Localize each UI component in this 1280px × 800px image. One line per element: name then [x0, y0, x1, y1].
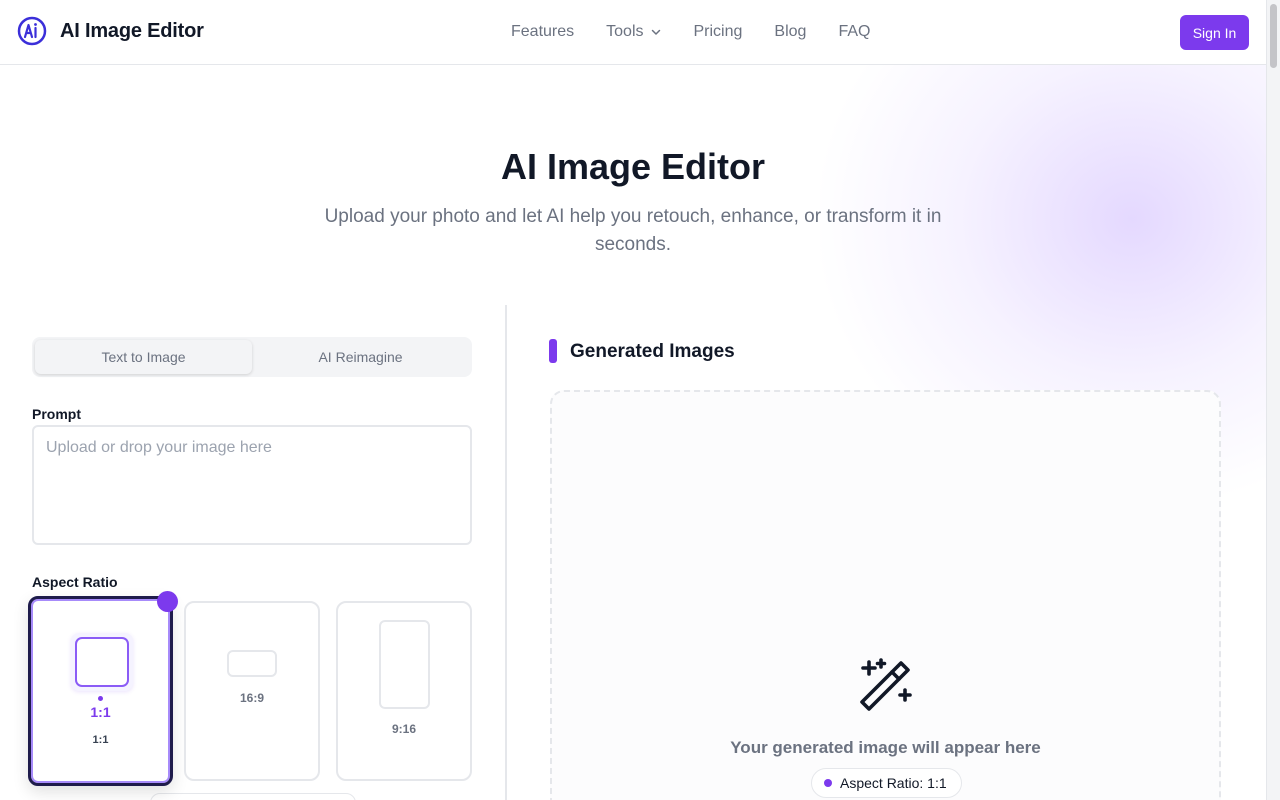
ratio-option-1-1[interactable]: 1:1 1:1 — [28, 596, 173, 786]
pill-dot — [824, 779, 832, 787]
aspect-ratio-label: Aspect Ratio — [32, 574, 118, 590]
nav-pricing-label: Pricing — [693, 23, 743, 40]
magic-wand-icon — [860, 658, 912, 711]
output-placeholder-text: Your generated image will appear here — [730, 738, 1041, 757]
nav-blog[interactable]: Blog — [774, 22, 806, 42]
nav-features-label: Features — [511, 23, 575, 40]
selected-badge — [157, 591, 178, 612]
aspect-ratio-pill: Aspect Ratio: 1:1 — [811, 768, 962, 798]
page-title: AI Image Editor — [500, 146, 766, 187]
top-header: AI Image Editor Features Tools Pricing B… — [0, 0, 1266, 65]
ratio-option-label: 9:16 — [391, 722, 417, 736]
ratio-option-9-16[interactable]: 9:16 — [336, 601, 472, 781]
panel-divider — [505, 305, 507, 800]
generated-images-title: Generated Images — [570, 341, 735, 362]
mode-tabs: Text to Image AI Reimagine — [32, 337, 472, 377]
ai-logo-icon — [17, 16, 47, 46]
ratio-option-16-9[interactable]: 16:9 — [184, 601, 320, 781]
sign-in-button[interactable]: Sign In — [1180, 15, 1249, 50]
main-nav: Features Tools Pricing Blog FAQ — [511, 22, 870, 42]
nav-tools-label: Tools — [606, 23, 644, 40]
page-scrollbar[interactable] — [1266, 0, 1280, 800]
nav-pricing[interactable]: Pricing — [694, 22, 743, 42]
ratio-option-label: 1:1 — [90, 704, 111, 720]
selected-dot — [98, 696, 103, 701]
logo[interactable]: AI Image Editor — [17, 16, 204, 46]
section-accent-bar — [549, 339, 557, 363]
nav-tools[interactable]: Tools — [606, 22, 661, 42]
aspect-ratio-pill-text: Aspect Ratio: 1:1 — [840, 775, 947, 791]
prompt-input[interactable] — [32, 425, 472, 545]
ratio-tall-shape — [379, 620, 430, 709]
tab-text-to-image[interactable]: Text to Image — [35, 340, 252, 374]
scrollbar-thumb[interactable] — [1270, 4, 1277, 68]
brand-name: AI Image Editor — [60, 19, 204, 42]
ratio-option-sublabel: 1:1 — [92, 734, 109, 746]
ratio-wide-shape — [227, 650, 277, 677]
ratio-option-label: 16:9 — [239, 691, 265, 705]
ratio-square-shape — [75, 637, 129, 687]
chevron-down-icon — [651, 29, 660, 35]
nav-blog-label: Blog — [774, 23, 807, 40]
next-control[interactable] — [150, 793, 356, 800]
output-area: Your generated image will appear here As… — [550, 390, 1221, 800]
ratio-square-preview — [71, 633, 133, 691]
tab-ai-reimagine[interactable]: AI Reimagine — [252, 340, 469, 374]
nav-faq[interactable]: FAQ — [838, 22, 870, 42]
page-subtitle: Upload your photo and let AI help you re… — [324, 206, 942, 255]
prompt-label: Prompt — [32, 406, 81, 422]
nav-features[interactable]: Features — [511, 22, 574, 42]
nav-faq-label: FAQ — [838, 23, 871, 40]
